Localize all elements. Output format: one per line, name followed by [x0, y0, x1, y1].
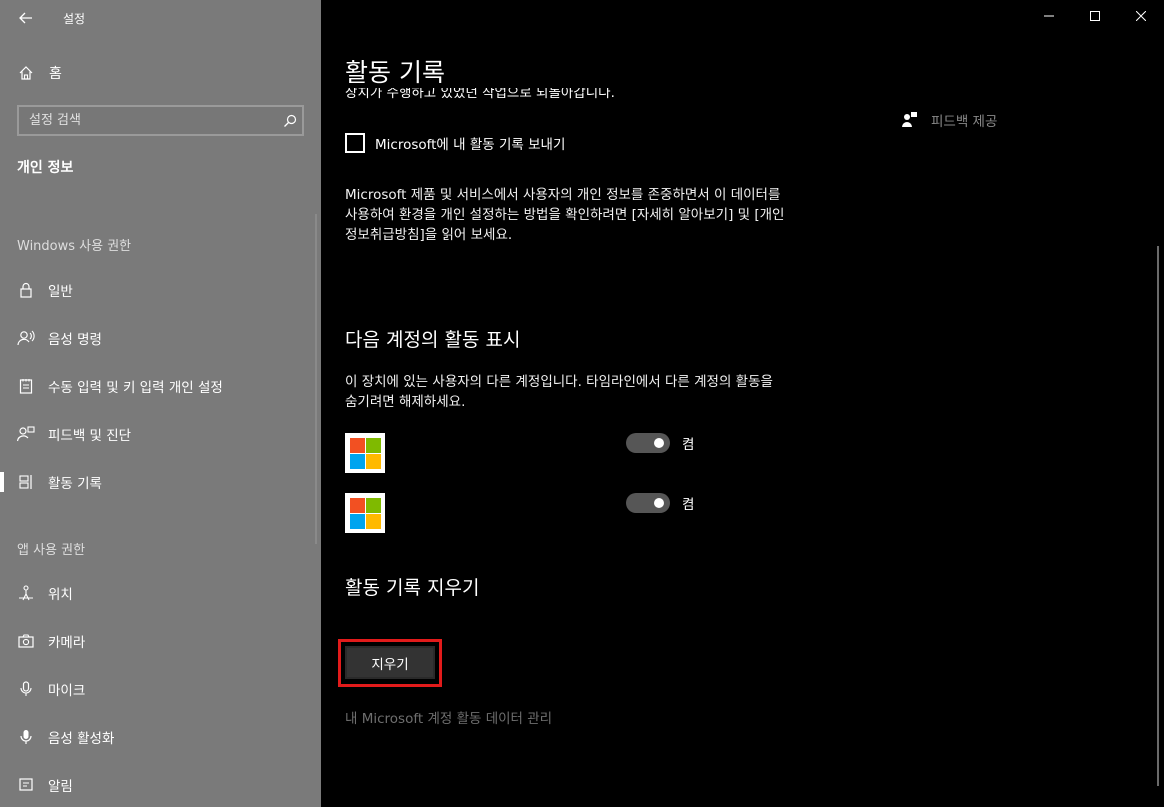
close-icon[interactable] [1118, 0, 1164, 32]
sidebar-item-label: 수동 입력 및 키 입력 개인 설정 [48, 380, 223, 396]
sidebar-item-inking[interactable]: 수동 입력 및 키 입력 개인 설정 [0, 366, 321, 406]
sidebar-scrollbar[interactable] [315, 214, 317, 544]
microsoft-logo-icon [349, 497, 381, 529]
toggle-state-label: 켬 [682, 437, 695, 453]
sidebar-item-label: 활동 기록 [48, 476, 102, 492]
timeline-icon [17, 473, 35, 491]
account-avatar [345, 493, 385, 533]
sidebar-item-general[interactable]: 일반 [0, 270, 321, 310]
clear-button[interactable]: 지우기 [345, 646, 435, 679]
account-avatar [345, 433, 385, 473]
bell-icon [17, 776, 35, 794]
sidebar-item-label: 일반 [48, 284, 73, 300]
window-controls [1026, 0, 1164, 32]
sidebar-item-voice-activation[interactable]: 음성 활성화 [0, 717, 321, 757]
sidebar-item-label: 카메라 [48, 635, 86, 651]
privacy-description: Microsoft 제품 및 서비스에서 사용자의 개인 정보를 존중하면서 이… [345, 187, 785, 243]
sidebar-item-label: 음성 활성화 [48, 731, 115, 747]
microphone-icon [17, 680, 35, 698]
maximize-icon[interactable] [1072, 0, 1118, 32]
sidebar-item-activity-history[interactable]: 활동 기록 [0, 462, 321, 502]
sidebar-item-label: 피드백 및 진단 [48, 428, 132, 444]
toggle-state-label: 켬 [682, 497, 695, 513]
feedback-icon [901, 111, 919, 129]
lock-icon [17, 281, 35, 299]
scrolled-text-fragment: 장치가 수행하고 있었던 작업으로 되돌아갑니다. [345, 88, 845, 102]
send-activity-checkbox[interactable] [345, 133, 365, 153]
feedback-label: 피드백 제공 [931, 114, 998, 130]
search-input[interactable] [19, 112, 278, 129]
group-label-apps: 앱 사용 권한 [17, 543, 86, 558]
sidebar-item-notifications[interactable]: 알림 [0, 765, 321, 805]
sidebar-item-microphone[interactable]: 마이크 [0, 669, 321, 709]
voice-activation-icon [17, 728, 35, 746]
account-toggle-row[interactable]: 켬 [626, 433, 694, 453]
sidebar-item-label: 알림 [48, 779, 73, 795]
home-label: 홈 [49, 66, 62, 82]
app-title: 설정 [63, 12, 86, 26]
feedback-person-icon [17, 425, 35, 443]
send-activity-checkbox-row[interactable]: Microsoft에 내 활동 기록 보내기 [345, 133, 565, 153]
home-icon [17, 64, 35, 82]
back-arrow-icon[interactable] [16, 8, 36, 28]
sidebar-item-location[interactable]: 위치 [0, 573, 321, 613]
clear-button-highlight: 지우기 [338, 639, 442, 687]
group-label-windows: Windows 사용 권한 [17, 239, 132, 254]
search-box[interactable] [17, 105, 304, 136]
notepad-icon [17, 377, 35, 395]
camera-icon [17, 632, 35, 650]
main-content: 활동 기록 장치가 수행하고 있었던 작업으로 되돌아갑니다. 피드백 제공 M… [321, 0, 1164, 807]
main-scrollbar[interactable] [1157, 246, 1159, 786]
speech-icon [17, 329, 35, 347]
current-section-title: 개인 정보 [17, 160, 74, 176]
location-icon [17, 584, 35, 602]
sidebar-item-speech[interactable]: 음성 명령 [0, 318, 321, 358]
sidebar-item-camera[interactable]: 카메라 [0, 621, 321, 661]
sidebar: 설정 홈 개인 정보 Windows 사용 권한 일반 음성 명령 수동 입력 … [0, 0, 321, 807]
feedback-link[interactable]: 피드백 제공 [901, 110, 997, 130]
page-title: 활동 기록 [345, 58, 445, 87]
home-nav-item[interactable]: 홈 [17, 63, 62, 83]
sidebar-item-label: 위치 [48, 587, 73, 603]
account-toggle-row[interactable]: 켬 [626, 493, 694, 513]
manage-activity-data-link[interactable]: 내 Microsoft 계정 활동 데이터 관리 [345, 707, 552, 727]
clipped-description: 장치가 수행하고 있었던 작업으로 되돌아갑니다. [345, 88, 615, 101]
microsoft-logo-icon [349, 437, 381, 469]
sidebar-item-feedback-diagnostics[interactable]: 피드백 및 진단 [0, 414, 321, 454]
account-toggle[interactable] [626, 433, 670, 453]
sidebar-item-label: 음성 명령 [48, 332, 102, 348]
minimize-icon[interactable] [1026, 0, 1072, 32]
sidebar-item-label: 마이크 [48, 683, 86, 699]
selection-indicator [0, 472, 4, 492]
send-activity-label: Microsoft에 내 활동 기록 보내기 [375, 137, 566, 153]
account-toggle[interactable] [626, 493, 670, 513]
clear-section-heading: 활동 기록 지우기 [345, 577, 480, 599]
search-icon[interactable] [278, 114, 302, 128]
accounts-description: 이 장치에 있는 사용자의 다른 계정입니다. 타임라인에서 다른 계정의 활동… [345, 374, 773, 410]
accounts-section-heading: 다음 계정의 활동 표시 [345, 329, 521, 351]
